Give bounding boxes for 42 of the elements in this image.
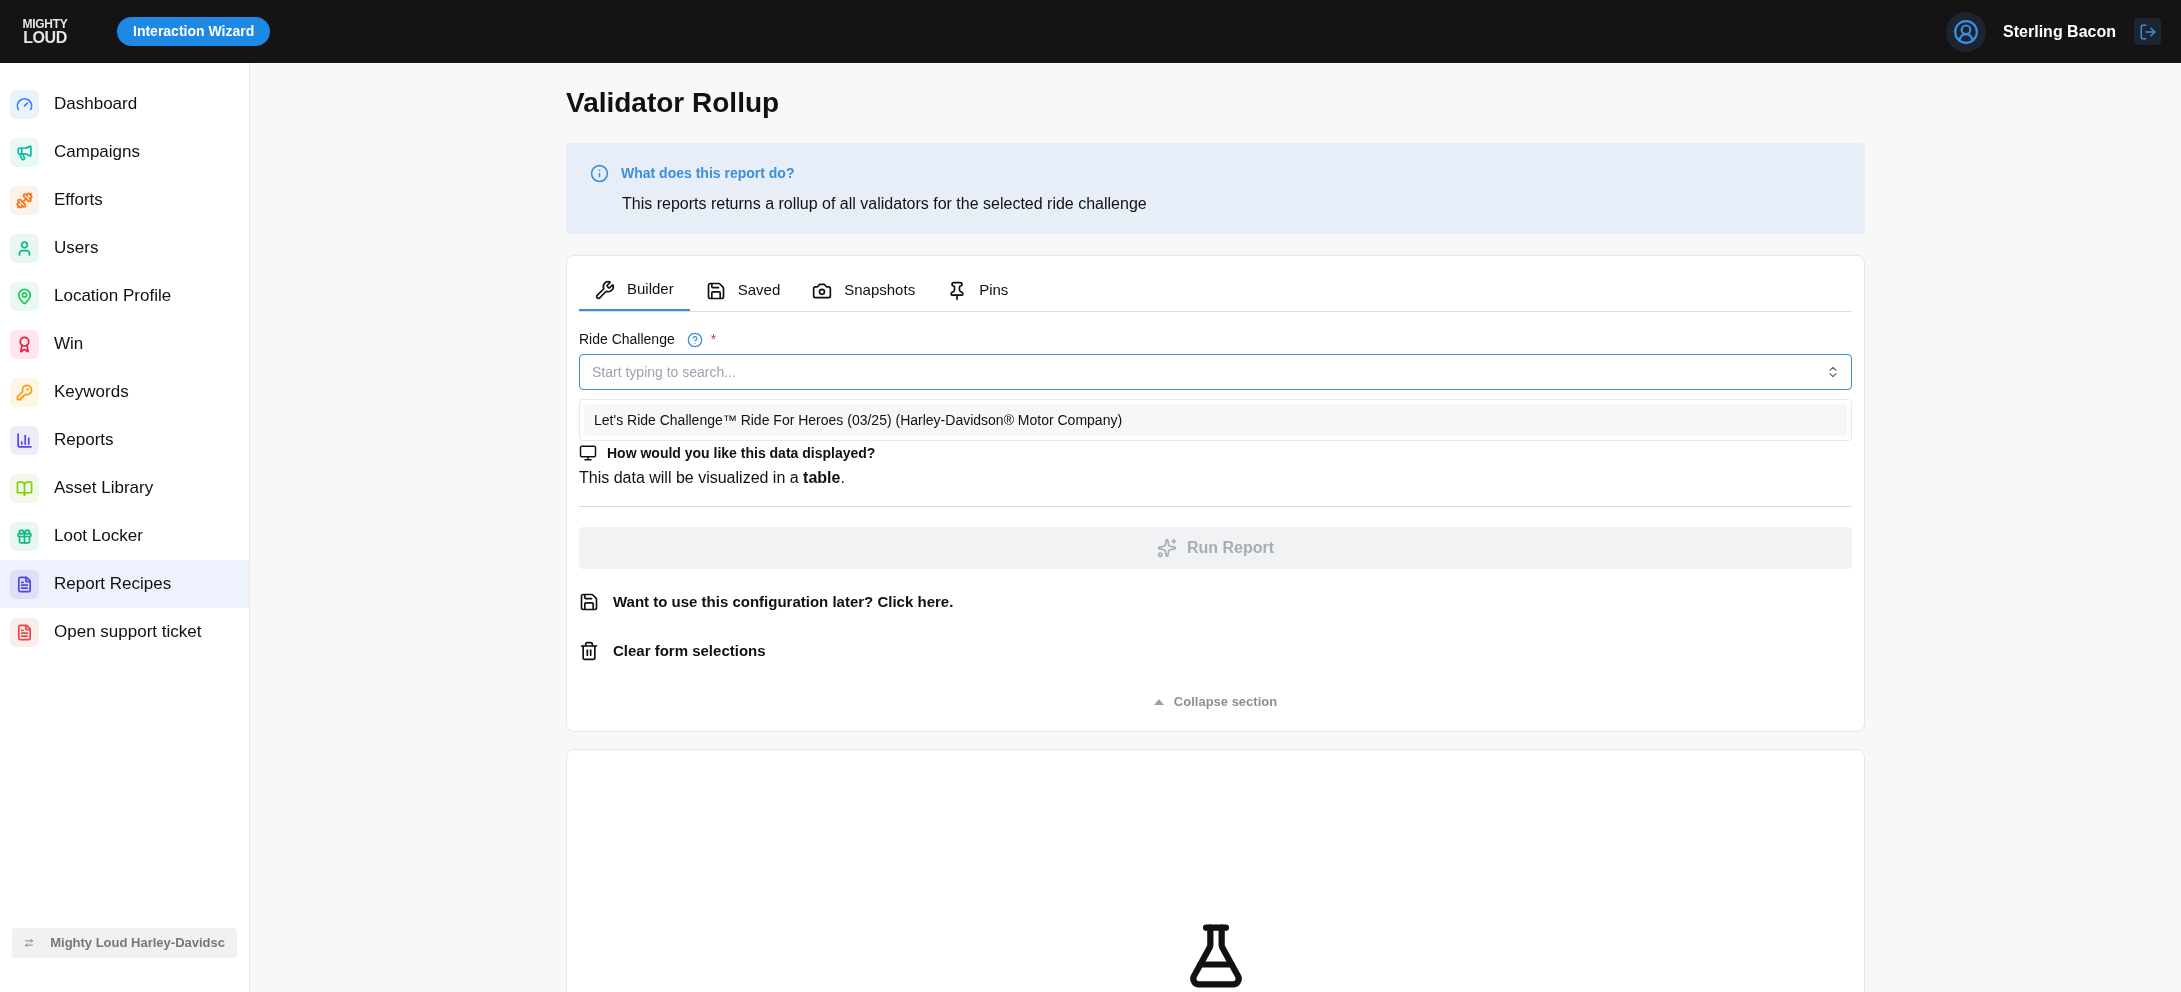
field-label: Ride Challenge: [579, 330, 675, 349]
sidebar-item[interactable]: Location Profile: [0, 272, 249, 320]
trash-icon: [579, 640, 599, 661]
save-icon: [579, 592, 599, 613]
sidebar-item[interactable]: Dashboard: [0, 80, 249, 128]
save-config-link[interactable]: Want to use this configuration later? Click here.: [579, 591, 1852, 614]
sparkle-icon: [1156, 538, 1177, 558]
tab[interactable]: Snapshots: [796, 270, 932, 311]
sidebar-item[interactable]: Report Recipes: [0, 560, 249, 608]
tab[interactable]: Saved: [689, 270, 797, 311]
sidebar-item[interactable]: Efforts: [0, 176, 249, 224]
tab[interactable]: Builder: [579, 270, 690, 311]
tab[interactable]: Pins: [931, 270, 1025, 311]
info-text: This reports returns a rollup of all validators for the selected ride challenge: [622, 194, 1148, 214]
sidebar-item[interactable]: Open support ticket: [0, 608, 249, 656]
sidebar-item[interactable]: Reports: [0, 416, 249, 464]
wizard-button[interactable]: Interaction Wizard: [117, 17, 271, 46]
account-switcher[interactable]: Mighty Loud Harley-Davidsc: [12, 928, 237, 958]
logo: MIGHTY LOUD: [21, 17, 69, 46]
required-mark: *: [710, 330, 717, 349]
help-icon[interactable]: [686, 331, 703, 348]
monitor-icon: [579, 444, 597, 462]
logout-icon: [2138, 22, 2157, 41]
sidebar-item[interactable]: Win: [0, 320, 249, 368]
sidebar-item[interactable]: Campaigns: [0, 128, 249, 176]
dropdown-option[interactable]: Let's Ride Challenge™ Ride For Heroes (03/25) (Harley-Davidson® Motor Company): [584, 404, 1847, 436]
page-title: Validator Rollup: [566, 86, 781, 120]
clear-form-link[interactable]: Clear form selections: [579, 639, 1852, 662]
wrench-icon: [595, 279, 615, 300]
info-heading: What does this report do?: [621, 164, 795, 183]
display-question: How would you like this data displayed?: [607, 444, 876, 462]
info-icon: [590, 164, 609, 183]
search-field[interactable]: Start typing to search...: [579, 354, 1852, 390]
sidebar-item[interactable]: Asset Library: [0, 464, 249, 512]
sidebar-item[interactable]: Users: [0, 224, 249, 272]
sidebar-item[interactable]: Loot Locker: [0, 512, 249, 560]
caret-icon: [1153, 698, 1164, 705]
display-text: This data will be visualized in a table.: [579, 468, 846, 488]
save-icon: [705, 280, 726, 301]
logout-button[interactable]: [2134, 18, 2161, 45]
user-name: Sterling Bacon: [2003, 21, 2116, 42]
sidebar-item[interactable]: Keywords: [0, 368, 249, 416]
